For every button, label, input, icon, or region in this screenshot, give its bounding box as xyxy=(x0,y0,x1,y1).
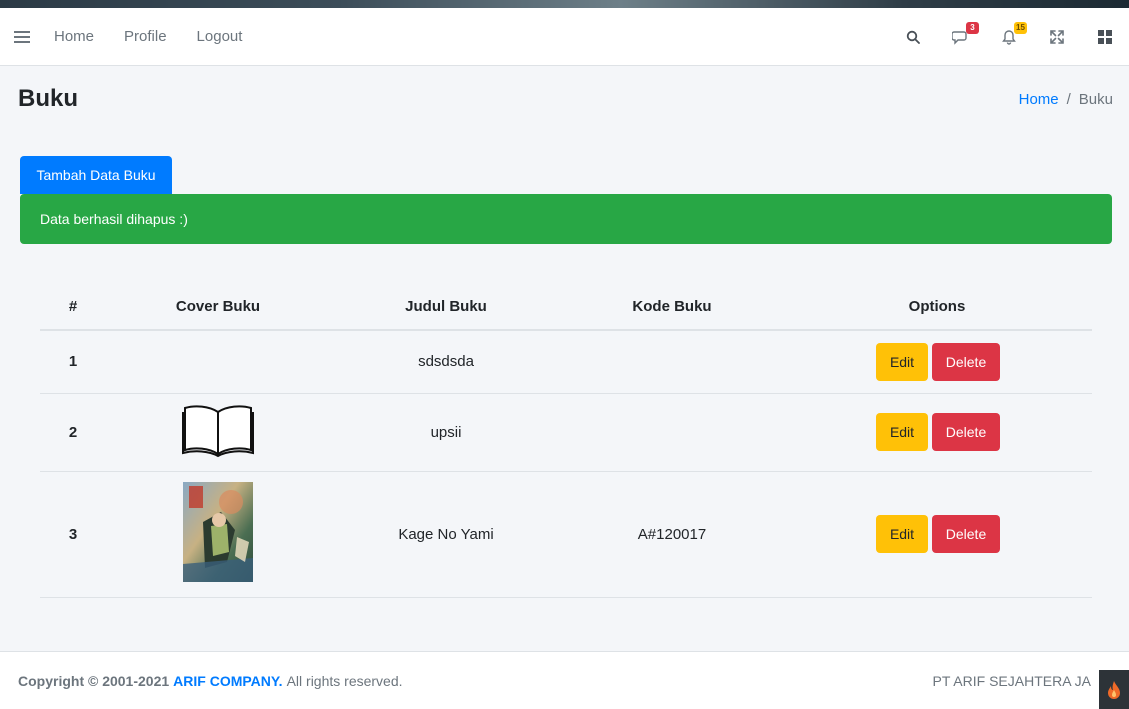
edit-button[interactable]: Edit xyxy=(876,515,928,553)
footer-copyright: Copyright © 2001-2021 xyxy=(18,672,170,689)
footer-rights: All rights reserved. xyxy=(286,672,403,689)
table-row: 3 Kage No Yami A#120017 Edit Delete xyxy=(40,471,1092,598)
delete-button[interactable]: Delete xyxy=(932,413,1000,451)
top-image-strip xyxy=(0,0,1129,8)
messages-icon[interactable]: 3 xyxy=(951,21,979,47)
footer-brand-link[interactable]: ARIF COMPANY. xyxy=(173,673,282,689)
row-number: 2 xyxy=(40,393,106,472)
menu-toggle-icon[interactable] xyxy=(14,30,30,43)
row-options: Edit Delete xyxy=(782,393,1092,472)
table-row: 2 upsii Edit Delete xyxy=(40,393,1092,472)
row-number: 1 xyxy=(40,330,106,394)
breadcrumb-home[interactable]: Home xyxy=(1019,91,1059,108)
fire-icon[interactable] xyxy=(1099,670,1129,709)
messages-badge: 3 xyxy=(966,21,979,34)
header-number: # xyxy=(40,284,106,331)
manga-cover-image xyxy=(183,482,253,586)
footer-company: PT ARIF SEJAHTERA JA xyxy=(932,672,1091,689)
row-options: Edit Delete xyxy=(782,471,1092,598)
books-table: # Cover Buku Judul Buku Kode Buku Option… xyxy=(40,284,1092,598)
header-title: Judul Buku xyxy=(330,284,562,331)
row-title: sdsdsda xyxy=(330,330,562,394)
success-alert: Data berhasil dihapus :) xyxy=(20,194,1112,244)
row-title: Kage No Yami xyxy=(330,471,562,598)
add-book-button[interactable]: Tambah Data Buku xyxy=(20,156,172,194)
page-footer: Copyright © 2001-2021 ARIF COMPANY. All … xyxy=(0,651,1129,709)
breadcrumb-separator: / xyxy=(1066,91,1071,108)
grid-apps-icon[interactable] xyxy=(1095,27,1115,47)
row-code xyxy=(562,330,782,394)
row-code: A#120017 xyxy=(562,471,782,598)
row-number: 3 xyxy=(40,471,106,598)
table-row: 1 sdsdsda Edit Delete xyxy=(40,330,1092,394)
search-icon[interactable] xyxy=(903,27,923,47)
row-cover xyxy=(106,330,330,394)
bell-icon[interactable]: 15 xyxy=(999,21,1027,47)
open-book-icon xyxy=(181,402,255,462)
header-options: Options xyxy=(782,284,1092,331)
page-title: Buku xyxy=(18,85,78,112)
nav-link-profile[interactable]: Profile xyxy=(124,28,167,45)
table-header-row: # Cover Buku Judul Buku Kode Buku Option… xyxy=(40,284,1092,331)
notifications-badge: 15 xyxy=(1014,21,1027,34)
row-code xyxy=(562,393,782,472)
row-cover xyxy=(106,471,330,598)
top-navbar: Home Profile Logout 3 15 xyxy=(0,8,1129,66)
breadcrumb: Home / Buku xyxy=(1019,91,1113,108)
edit-button[interactable]: Edit xyxy=(876,342,928,381)
nav-link-home[interactable]: Home xyxy=(54,28,94,45)
delete-button[interactable]: Delete xyxy=(932,515,1000,553)
header-cover: Cover Buku xyxy=(106,284,330,331)
header-code: Kode Buku xyxy=(562,284,782,331)
row-title: upsii xyxy=(330,393,562,472)
breadcrumb-current: Buku xyxy=(1078,91,1113,108)
row-options: Edit Delete xyxy=(782,330,1092,394)
fullscreen-icon[interactable] xyxy=(1047,27,1067,47)
nav-link-logout[interactable]: Logout xyxy=(197,28,243,45)
edit-button[interactable]: Edit xyxy=(876,413,928,451)
row-cover xyxy=(106,393,330,472)
delete-button[interactable]: Delete xyxy=(932,342,1000,381)
